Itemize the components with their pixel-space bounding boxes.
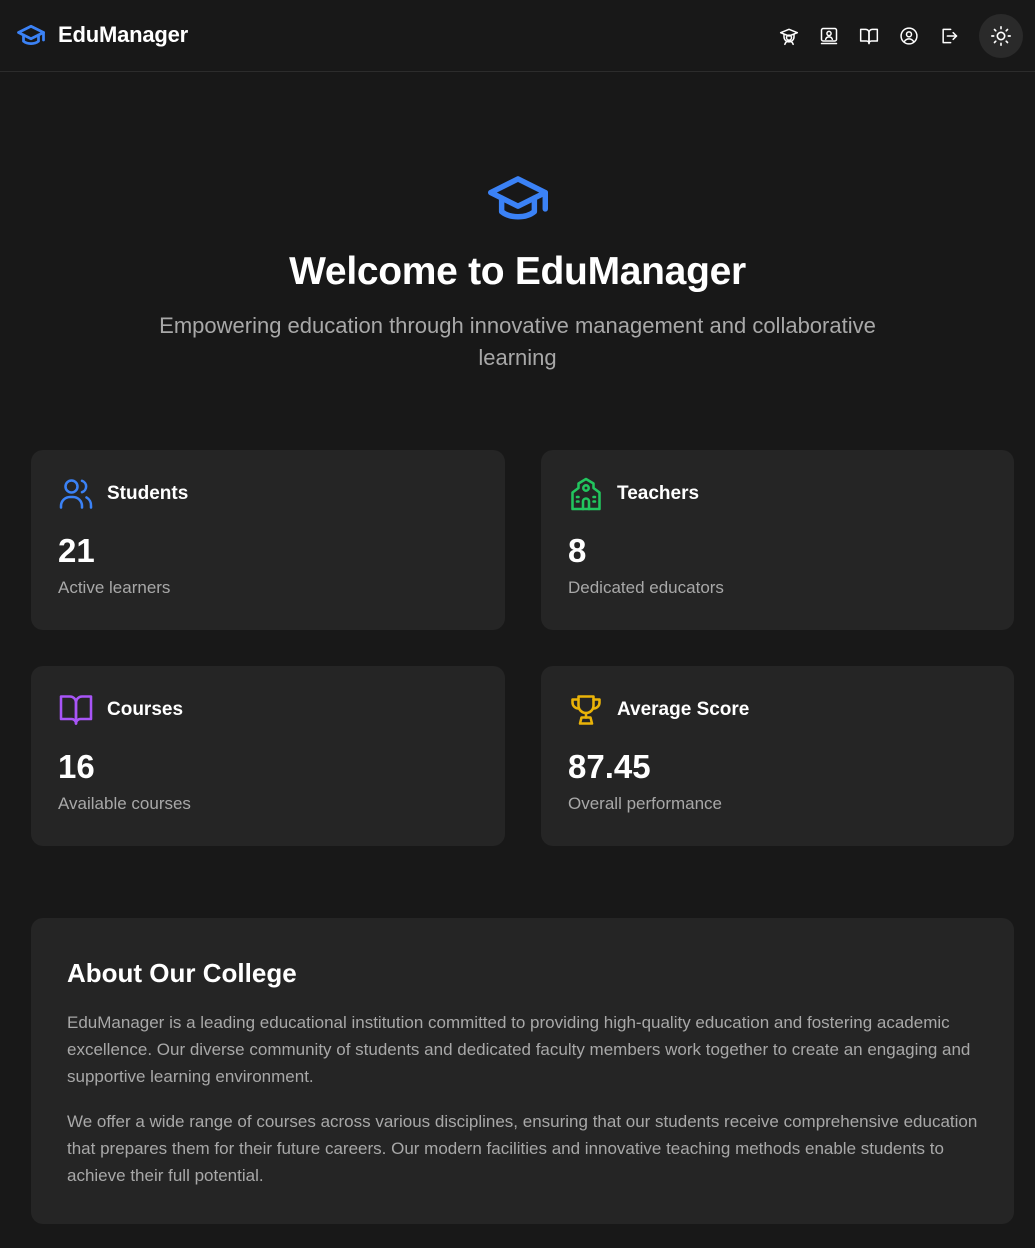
stat-label: Teachers	[617, 483, 700, 504]
student-cap-icon	[779, 28, 799, 46]
nav-actions	[769, 14, 1023, 58]
book-icon	[859, 28, 879, 45]
stat-card-teachers: Teachers 8 Dedicated educators	[541, 450, 1014, 630]
stat-description: Available courses	[58, 794, 191, 813]
page-subtitle: Empowering education through innovative …	[159, 313, 876, 370]
top-navbar: EduManager	[0, 0, 1035, 72]
brand-link[interactable]: EduManager	[14, 20, 188, 50]
about-title: About Our College	[67, 958, 297, 988]
graduation-cap-icon	[487, 176, 548, 220]
stat-description: Overall performance	[568, 794, 723, 813]
about-section: About Our College EduManager is a leadin…	[31, 918, 1014, 1224]
page-title: Welcome to EduManager	[289, 250, 746, 293]
presentation-icon	[820, 27, 838, 45]
stat-label: Courses	[107, 699, 184, 720]
stat-label: Students	[107, 483, 189, 504]
stat-value: 21	[58, 532, 95, 569]
stat-card-students: Students 21 Active learners	[31, 450, 505, 630]
stat-value: 16	[58, 748, 95, 785]
stat-description: Active learners	[58, 578, 171, 597]
nav-courses-button[interactable]	[849, 14, 889, 58]
stats-grid: Students 21 Active learners Teachers 8 D…	[31, 450, 1014, 846]
nav-logout-button[interactable]	[929, 14, 969, 58]
user-circle-icon	[900, 27, 918, 45]
book-open-icon	[59, 695, 93, 725]
nav-profile-button[interactable]	[889, 14, 929, 58]
nav-teachers-button[interactable]	[809, 14, 849, 58]
graduation-cap-icon	[17, 24, 45, 45]
stat-value: 8	[568, 532, 587, 569]
school-icon	[571, 477, 601, 511]
stat-card-courses: Courses 16 Available courses	[31, 666, 505, 846]
nav-students-button[interactable]	[769, 14, 809, 58]
theme-toggle-button[interactable]	[979, 14, 1023, 58]
brand-name: EduManager	[58, 22, 189, 47]
about-paragraph: EduManager is a leading educational inst…	[67, 1013, 971, 1086]
stat-description: Dedicated educators	[568, 578, 724, 597]
stat-label: Average Score	[617, 699, 750, 720]
sun-icon	[991, 26, 1011, 46]
users-icon	[59, 479, 93, 509]
about-paragraph: We offer a wide range of courses across …	[67, 1112, 978, 1185]
logout-icon	[942, 28, 958, 44]
stat-value: 87.45	[568, 748, 651, 785]
hero-section: Welcome to EduManager Empowering educati…	[0, 168, 1035, 374]
trophy-icon	[571, 695, 601, 725]
stat-card-average-score: Average Score 87.45 Overall performance	[541, 666, 1014, 846]
